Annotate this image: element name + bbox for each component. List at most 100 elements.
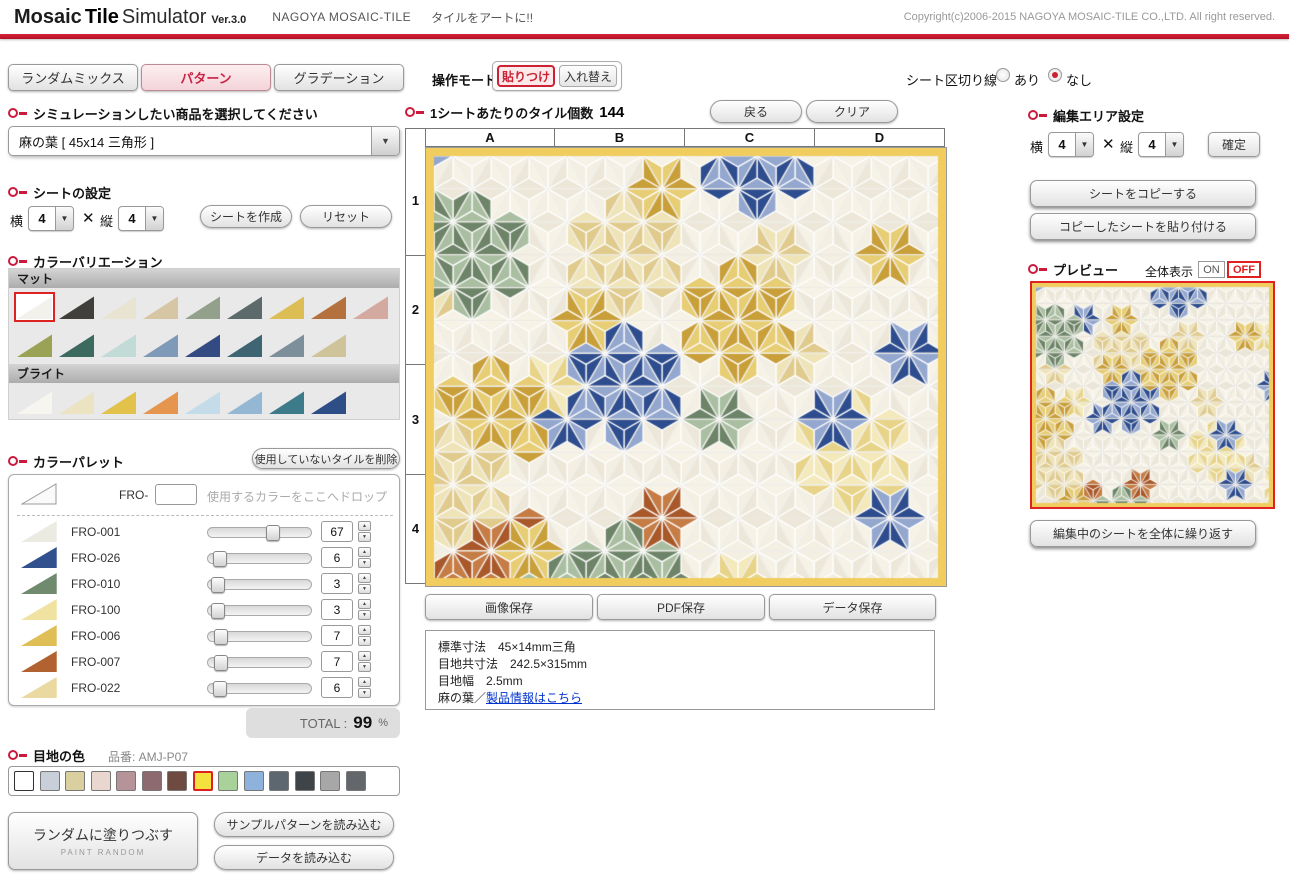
ratio-input[interactable] <box>321 625 353 646</box>
color-swatch[interactable] <box>142 332 179 358</box>
ratio-slider[interactable] <box>207 605 312 616</box>
stepper-up-icon[interactable]: ▲ <box>358 677 371 687</box>
tab-random-mix[interactable]: ランダムミックス <box>8 64 138 91</box>
ratio-input[interactable] <box>321 677 353 698</box>
whole-view-on-button[interactable]: ON <box>1198 261 1225 278</box>
stepper-down-icon[interactable]: ▼ <box>358 662 371 672</box>
grout-swatch[interactable] <box>244 771 264 791</box>
tile-color-swatch[interactable] <box>21 651 59 672</box>
ratio-slider[interactable] <box>207 527 312 538</box>
paint-random-button[interactable]: ランダムに塗りつぶす PAINT RANDOM <box>8 812 198 870</box>
color-swatch[interactable] <box>100 294 137 320</box>
color-swatch[interactable] <box>184 332 221 358</box>
ratio-input[interactable] <box>321 599 353 620</box>
save-pdf-button[interactable]: PDF保存 <box>597 594 765 620</box>
color-swatch[interactable] <box>268 332 305 358</box>
ratio-slider[interactable] <box>207 579 312 590</box>
chevron-down-icon[interactable]: ▼ <box>55 207 73 230</box>
save-image-button[interactable]: 画像保存 <box>425 594 593 620</box>
grout-swatch[interactable] <box>218 771 238 791</box>
grout-swatch[interactable] <box>65 771 85 791</box>
mode-paste-button[interactable]: 貼りつけ <box>497 65 555 87</box>
ratio-slider[interactable] <box>207 631 312 642</box>
color-swatch[interactable] <box>352 294 389 320</box>
color-swatch[interactable] <box>58 294 95 320</box>
product-select[interactable]: 麻の葉 [ 45x14 三角形 ] ▼ <box>8 126 400 156</box>
tile-color-swatch[interactable] <box>21 599 59 620</box>
chevron-down-icon[interactable]: ▼ <box>1075 133 1093 156</box>
ratio-slider[interactable] <box>207 683 312 694</box>
slider-thumb[interactable] <box>266 525 280 541</box>
load-data-button[interactable]: データを読み込む <box>214 845 394 870</box>
sheet-width-select[interactable]: 4 ▼ <box>28 206 74 231</box>
stepper-down-icon[interactable]: ▼ <box>358 688 371 698</box>
ratio-input[interactable] <box>321 521 353 542</box>
color-swatch[interactable] <box>16 389 53 415</box>
color-swatch[interactable] <box>100 332 137 358</box>
color-swatch-selected[interactable] <box>16 294 53 320</box>
color-swatch[interactable] <box>310 389 347 415</box>
color-swatch[interactable] <box>142 389 179 415</box>
save-data-button[interactable]: データ保存 <box>769 594 936 620</box>
grout-swatch[interactable] <box>142 771 162 791</box>
grout-swatch[interactable] <box>295 771 315 791</box>
grout-swatch[interactable] <box>269 771 289 791</box>
edit-height-select[interactable]: 4 ▼ <box>1138 132 1184 157</box>
sheet-height-select[interactable]: 4 ▼ <box>118 206 164 231</box>
slider-thumb[interactable] <box>211 577 225 593</box>
dropdown-button[interactable]: ▼ <box>371 127 399 155</box>
reset-button[interactable]: リセット <box>300 205 392 228</box>
stepper-up-icon[interactable]: ▲ <box>358 547 371 557</box>
stepper-up-icon[interactable]: ▲ <box>358 599 371 609</box>
color-swatch[interactable] <box>310 332 347 358</box>
color-code-input[interactable] <box>155 484 197 505</box>
color-swatch[interactable] <box>226 294 263 320</box>
stepper-down-icon[interactable]: ▼ <box>358 610 371 620</box>
tab-pattern[interactable]: パターン <box>141 64 271 91</box>
color-swatch[interactable] <box>226 389 263 415</box>
slider-thumb[interactable] <box>213 681 227 697</box>
load-sample-pattern-button[interactable]: サンプルパターンを読み込む <box>214 812 394 837</box>
divider-on-label[interactable]: あり <box>1014 70 1040 89</box>
grout-swatch[interactable] <box>346 771 366 791</box>
grout-swatch[interactable] <box>320 771 340 791</box>
color-swatch[interactable] <box>58 332 95 358</box>
ratio-input[interactable] <box>321 651 353 672</box>
clear-button[interactable]: クリア <box>806 100 898 123</box>
color-swatch[interactable] <box>184 389 221 415</box>
tile-color-swatch[interactable] <box>21 573 59 594</box>
color-swatch[interactable] <box>142 294 179 320</box>
tab-gradation[interactable]: グラデーション <box>274 64 404 91</box>
grout-swatch[interactable] <box>14 771 34 791</box>
color-swatch[interactable] <box>58 389 95 415</box>
color-swatch[interactable] <box>268 294 305 320</box>
color-swatch[interactable] <box>310 294 347 320</box>
slider-thumb[interactable] <box>211 603 225 619</box>
delete-unused-tiles-button[interactable]: 使用していないタイルを削除 <box>252 448 400 469</box>
divider-on-radio[interactable] <box>996 68 1010 82</box>
ratio-slider[interactable] <box>207 553 312 564</box>
slider-thumb[interactable] <box>213 551 227 567</box>
stepper-up-icon[interactable]: ▲ <box>358 521 371 531</box>
ratio-slider[interactable] <box>207 657 312 668</box>
tile-color-swatch[interactable] <box>21 547 59 568</box>
copy-sheet-button[interactable]: シートをコピーする <box>1030 180 1256 207</box>
slider-thumb[interactable] <box>214 655 228 671</box>
divider-off-radio[interactable] <box>1048 68 1062 82</box>
color-swatch[interactable] <box>16 332 53 358</box>
stepper-up-icon[interactable]: ▲ <box>358 573 371 583</box>
paste-sheet-button[interactable]: コピーしたシートを貼り付ける <box>1030 213 1256 240</box>
chevron-down-icon[interactable]: ▼ <box>1165 133 1183 156</box>
color-swatch[interactable] <box>226 332 263 358</box>
mode-swap-button[interactable]: 入れ替え <box>559 65 617 87</box>
tile-color-swatch[interactable] <box>21 521 59 542</box>
repeat-sheet-button[interactable]: 編集中のシートを全体に繰り返す <box>1030 520 1256 547</box>
stepper-down-icon[interactable]: ▼ <box>358 584 371 594</box>
tile-sheet-canvas[interactable] <box>425 147 947 587</box>
edit-width-select[interactable]: 4 ▼ <box>1048 132 1094 157</box>
whole-view-off-button[interactable]: OFF <box>1227 261 1261 278</box>
confirm-button[interactable]: 確定 <box>1208 132 1260 157</box>
slider-thumb[interactable] <box>214 629 228 645</box>
color-swatch[interactable] <box>268 389 305 415</box>
divider-off-label[interactable]: なし <box>1066 70 1092 89</box>
